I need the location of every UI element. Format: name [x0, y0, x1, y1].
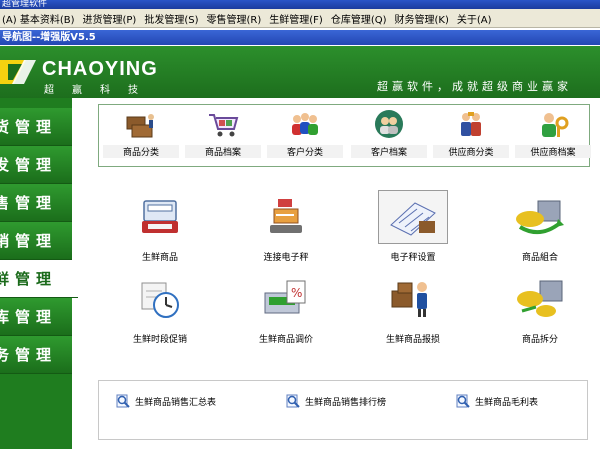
tile-label: 生鲜商品报损 — [385, 335, 440, 345]
brand-name: CHAOYING — [42, 58, 158, 80]
tile-label: 生鲜商品调价 — [258, 335, 313, 345]
supplier-key-icon — [542, 113, 569, 137]
magnifier-report-icon — [286, 394, 300, 408]
tile-connect-scale[interactable]: 连接电子秤 — [231, 190, 341, 263]
report-fresh-sales-ranking[interactable]: 生鲜商品销售排行榜 — [285, 393, 386, 409]
menu-item-fresh[interactable]: 生鲜管理(F) — [267, 11, 329, 26]
report-label: 生鲜商品销售排行榜 — [305, 397, 387, 408]
navigator-title: 导航图--增强版V5.5 — [2, 32, 96, 43]
people-group-icon — [292, 113, 318, 135]
sidebar-item-warehouse[interactable]: 库管理 — [0, 298, 72, 336]
split-goods-icon — [517, 280, 563, 317]
combine-goods-icon — [516, 200, 564, 235]
cash-register-icon — [142, 200, 178, 233]
boxes-icon — [126, 114, 154, 138]
category-label: 供应商分类 — [433, 145, 509, 158]
chaoying-logo-icon — [0, 60, 36, 84]
scale-setup-icon — [390, 202, 436, 236]
menu-item-retail[interactable]: 零售管理(R) — [205, 11, 268, 26]
category-supplier-archive[interactable]: 供应商档案 — [515, 109, 591, 158]
scale-icon — [270, 199, 302, 233]
tile-fresh-goods[interactable]: 生鲜商品 — [105, 190, 215, 263]
header-banner: CHAOYING 超赢科技 超赢软件，成就超级商业赢家 — [0, 46, 600, 98]
category-label: 商品档案 — [185, 145, 261, 158]
report-label: 生鲜商品销售汇总表 — [135, 397, 217, 408]
category-label: 商品分类 — [103, 145, 179, 158]
category-customer-archive[interactable]: 客户档案 — [351, 109, 427, 158]
reports-panel: 生鲜商品销售汇总表 生鲜商品销售排行榜 生鲜商品毛利表 — [98, 380, 588, 440]
report-fresh-sales-summary[interactable]: 生鲜商品销售汇总表 — [115, 393, 216, 409]
loss-report-icon — [391, 282, 427, 317]
sidebar-item-wholesale[interactable]: 发管理 — [0, 146, 72, 184]
menu-item-wholesale[interactable]: 批发管理(S) — [142, 11, 204, 26]
supplier-icon — [461, 112, 481, 136]
navigator-title-bar: 导航图--增强版V5.5 — [0, 30, 600, 45]
menu-bar: (A) 基本资料(B) 进货管理(P) 批发管理(S) 零售管理(R) 生鲜管理… — [0, 9, 600, 28]
sidebar-item-retail[interactable]: 售管理 — [0, 184, 72, 222]
menu-item-about[interactable]: 关于(A) — [455, 11, 498, 26]
people-circle-icon — [375, 110, 403, 138]
sidebar-item-finance[interactable]: 务管理 — [0, 336, 72, 374]
menu-item-finance[interactable]: 财务管理(K) — [393, 11, 455, 26]
svg-text:%: % — [291, 286, 302, 300]
tile-scale-settings[interactable]: 电子秤设置 — [358, 190, 468, 263]
report-fresh-gross-profit[interactable]: 生鲜商品毛利表 — [455, 393, 538, 409]
slogan: 超赢软件，成就超级商业赢家 — [377, 80, 572, 93]
category-supplier-class[interactable]: 供应商分类 — [433, 109, 509, 158]
window-title-bar: 超管理软件 — [0, 0, 600, 9]
tile-label: 商品拆分 — [521, 335, 558, 345]
sidebar-item-promotion[interactable]: 销管理 — [0, 222, 72, 260]
category-label: 客户分类 — [267, 145, 343, 158]
brand-name-cn: 超赢科技 — [44, 85, 156, 96]
menu-item-purchase[interactable]: 进货管理(P) — [81, 11, 143, 26]
cart-icon — [209, 114, 239, 137]
category-customer-class[interactable]: 客户分类 — [267, 109, 343, 158]
category-goods-class[interactable]: 商品分类 — [103, 109, 179, 158]
price-adjust-icon: % — [264, 280, 306, 314]
category-goods-archive[interactable]: 商品档案 — [185, 109, 261, 158]
clock-calendar-icon — [141, 282, 179, 318]
tile-goods-combine[interactable]: 商品組合 — [485, 190, 595, 263]
tile-label: 商品組合 — [521, 253, 558, 263]
category-label: 供应商档案 — [515, 145, 591, 158]
sidebar-item-goods[interactable]: 货管理 — [0, 108, 72, 146]
tile-label: 生鲜商品 — [141, 253, 178, 263]
menu-item-warehouse[interactable]: 仓库管理(Q) — [329, 11, 393, 26]
tile-fresh-price-adjust[interactable]: % 生鲜商品调价 — [231, 272, 341, 345]
menu-item-basic[interactable]: (A) 基本资料(B) — [0, 11, 81, 26]
tile-fresh-loss-report[interactable]: 生鲜商品报损 — [358, 272, 468, 345]
magnifier-report-icon — [116, 394, 130, 408]
tile-label: 生鲜时段促销 — [132, 335, 187, 345]
category-panel: 商品分类 商品档案 客户分类 客户档案 供应商分类 供应商档案 — [98, 104, 591, 167]
category-label: 客户档案 — [351, 145, 427, 158]
tile-label: 连接电子秤 — [263, 253, 309, 263]
tile-goods-split[interactable]: 商品拆分 — [485, 272, 595, 345]
magnifier-report-icon — [456, 394, 470, 408]
sidebar-item-fresh[interactable]: 鲜管理 — [0, 260, 78, 298]
tile-label: 电子秤设置 — [390, 253, 436, 263]
report-label: 生鲜商品毛利表 — [475, 397, 539, 408]
tile-fresh-timed-promo[interactable]: 生鲜时段促销 — [105, 272, 215, 345]
window-title: 超管理软件 — [2, 0, 48, 9]
